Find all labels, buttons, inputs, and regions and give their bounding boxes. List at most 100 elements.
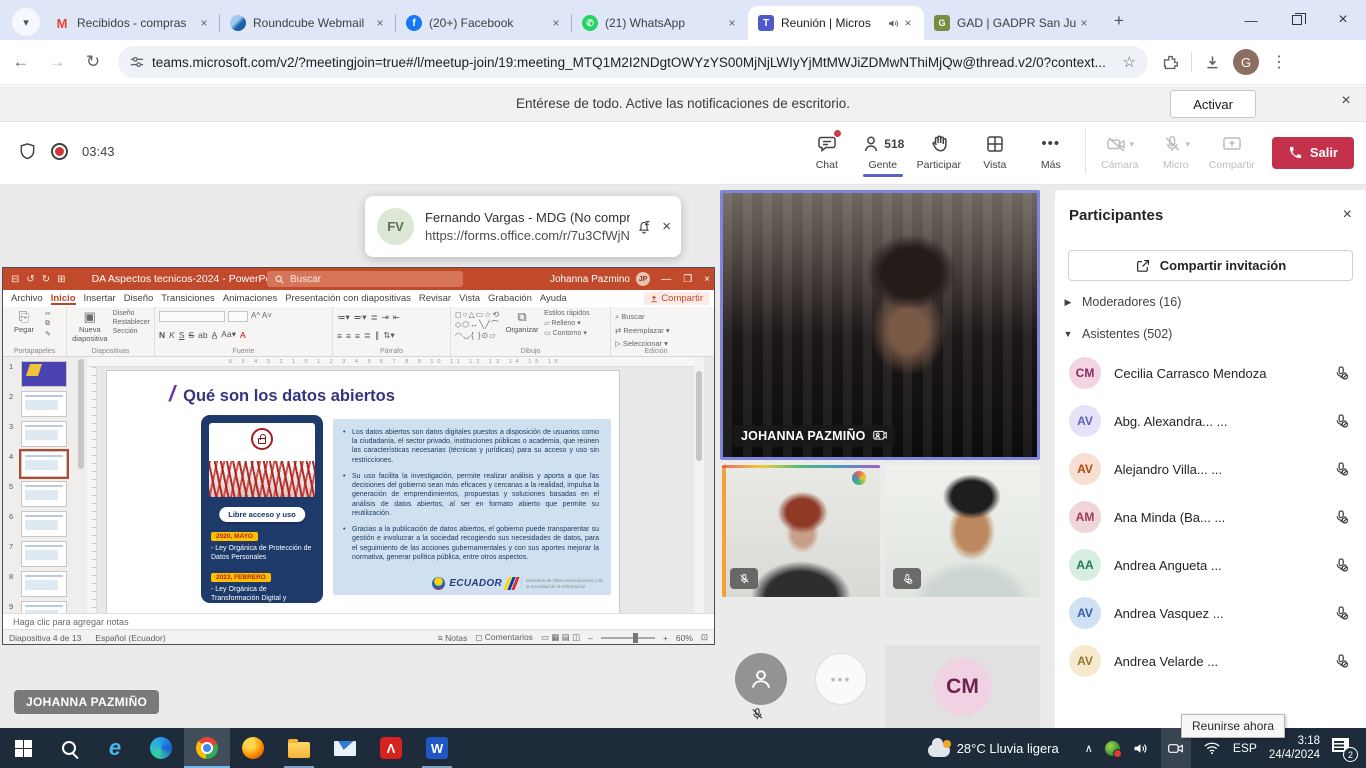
tab-close-icon[interactable]: × [548, 15, 564, 31]
tab-close-icon[interactable]: × [196, 15, 212, 31]
new-tab-button[interactable]: + [1106, 8, 1132, 34]
participant-row[interactable]: AAAndrea Angueta ... [1055, 541, 1366, 589]
tab-audio-icon[interactable] [887, 17, 900, 30]
taskbar-acrobat-icon[interactable]: Λ [368, 728, 414, 768]
browser-tab[interactable]: GGAD | GADPR San Ju× [924, 6, 1100, 40]
ppt-tab-vista[interactable]: Vista [459, 293, 480, 304]
undo-icon[interactable]: ↺ [26, 274, 34, 285]
notes-toggle[interactable]: ≡ Notas [438, 633, 468, 643]
drawing-mini-buttons[interactable]: Estilos rápidos ▱ Relleno ▾ ▭ Contorno ▾ [544, 310, 590, 337]
toolbar-micro[interactable]: ▾Micro [1148, 128, 1204, 171]
taskbar-file-explorer-icon[interactable] [276, 728, 322, 768]
slide-thumbnail[interactable]: 2 [9, 391, 87, 417]
participant-row[interactable]: CMCecilia Carrasco Mendoza [1055, 349, 1366, 397]
ppt-close-button[interactable]: × [704, 274, 710, 285]
banner-close-icon[interactable]: × [1334, 92, 1358, 110]
slide-thumbnail[interactable]: 9 [9, 601, 87, 613]
participant-row[interactable]: AVAbg. Alexandra... ... [1055, 397, 1366, 445]
toolbar-camara[interactable]: ▾Cámara [1092, 128, 1148, 171]
clipboard-mini-buttons[interactable]: ✂⧉✎ [45, 310, 51, 338]
window-restore-button[interactable] [1274, 0, 1320, 40]
browser-tab[interactable]: MRecibidos - compras× [44, 6, 220, 40]
toolbar-chat[interactable]: Chat [799, 128, 855, 171]
slide-preview[interactable] [21, 571, 67, 597]
redo-icon[interactable]: ↻ [42, 274, 50, 285]
slide-thumbnail[interactable]: 6 [9, 511, 87, 537]
browser-menu-icon[interactable]: ⋮ [1271, 52, 1287, 72]
fit-slide-button[interactable]: ⊡ [701, 632, 708, 643]
toolbar-vista[interactable]: Vista [967, 128, 1023, 171]
taskbar-start-icon[interactable] [0, 728, 46, 768]
window-close-button[interactable]: × [1320, 0, 1366, 40]
slide-thumbnail[interactable]: 5 [9, 481, 87, 507]
ppt-tab-ayuda[interactable]: Ayuda [540, 293, 567, 304]
toast-link[interactable]: https://forms.office.com/r/7u3CfWjNtm [425, 228, 630, 243]
participant-row[interactable]: AMAna Minda (Ba... ... [1055, 493, 1366, 541]
chat-toast[interactable]: FV Fernando Vargas - MDG (No compr... ht… [365, 196, 681, 257]
taskbar-search-icon[interactable] [46, 728, 92, 768]
tab-close-icon[interactable]: × [724, 15, 740, 31]
chevron-down-icon[interactable]: ▾ [1186, 139, 1191, 150]
mic-off-icon[interactable] [1333, 413, 1350, 430]
slide-thumbnail[interactable]: 7 [9, 541, 87, 567]
participant-row[interactable]: AVAndrea Velarde ... [1055, 637, 1366, 685]
forward-icon[interactable]: → [42, 47, 72, 77]
comments-toggle[interactable]: ◻ Comentarios [475, 632, 533, 643]
browser-profile-avatar[interactable]: G [1233, 49, 1259, 75]
taskbar-internet-explorer-icon[interactable]: e [92, 728, 138, 768]
mic-off-icon[interactable] [1333, 365, 1350, 382]
action-center-icon[interactable]: 2 [1332, 736, 1356, 760]
tab-close-icon[interactable]: × [372, 15, 388, 31]
tab-search-chevron-icon[interactable]: ▾ [12, 8, 40, 36]
thumbs-scrollbar[interactable] [78, 359, 84, 469]
reload-icon[interactable]: ↻ [78, 47, 108, 77]
site-settings-icon[interactable] [130, 55, 144, 69]
view-buttons[interactable]: ▭ ▦ ▤ ◫ [541, 632, 580, 643]
slides-mini-buttons[interactable]: Diseño Restablecer Sección [113, 310, 150, 335]
snooze-icon[interactable] [636, 219, 652, 235]
browser-tab[interactable]: f(20+) Facebook× [396, 6, 572, 40]
toast-close-icon[interactable]: × [662, 218, 671, 235]
download-icon[interactable] [1204, 54, 1221, 71]
editing-buttons[interactable]: ⌕ Buscar ⇄ Reemplazar ▾ ▷ Seleccionar ▾ [615, 312, 670, 348]
ppt-share-button[interactable]: Compartir [644, 292, 709, 305]
participant-placeholder-avatar[interactable] [735, 653, 787, 705]
paste-button[interactable]: ⎘Pegar [7, 310, 41, 335]
taskbar-chrome-icon[interactable] [184, 728, 230, 768]
arrange-button[interactable]: ⧉Organizar [504, 310, 540, 335]
taskbar-word-icon[interactable]: W [414, 728, 460, 768]
ppt-tab-inicio[interactable]: Inicio [51, 293, 76, 305]
participant-initials-tile[interactable]: CM [885, 645, 1040, 728]
banner-activate-button[interactable]: Activar [1170, 90, 1256, 118]
slide-canvas[interactable]: / Qué son los datos abiertos Libre acces… [107, 371, 619, 613]
ppt-tab-grabacion[interactable]: Grabación [488, 293, 532, 304]
slide-preview[interactable] [21, 421, 67, 447]
ppt-quick-access-toolbar[interactable]: ⊟ ↺ ↻ ⊞ [11, 274, 66, 285]
align-buttons[interactable]: ≡≡≡≣∥⇅▾ [337, 330, 395, 341]
video-tile-2[interactable] [722, 465, 880, 597]
slide-thumbnail-panel[interactable]: 12345678910 [3, 357, 87, 613]
ppt-notes-bar[interactable]: Haga clic para agregar notas [3, 613, 714, 629]
save-icon[interactable]: ⊟ [11, 274, 19, 285]
volume-icon[interactable] [1132, 740, 1149, 757]
ppt-account[interactable]: Johanna Pazmino JP [550, 268, 650, 290]
mic-off-icon[interactable] [1333, 461, 1350, 478]
new-slide-button[interactable]: ▣Nueva diapositiva [71, 310, 109, 343]
present-icon[interactable]: ⊞ [57, 274, 65, 285]
video-tile-3[interactable] [885, 465, 1040, 597]
mic-off-icon[interactable] [1333, 509, 1350, 526]
leave-button[interactable]: Salir [1272, 137, 1354, 169]
bookmark-star-icon[interactable]: ☆ [1123, 53, 1136, 71]
moderators-group-header[interactable]: ▶ Moderadores (16) [1055, 281, 1366, 317]
shapes-gallery[interactable]: ◻○△▭☆⟲◇⬡↔╲╱⌒◠◡{ }⊙▱ [455, 310, 500, 341]
chevron-down-icon[interactable]: ▾ [1130, 139, 1135, 150]
language-indicator[interactable]: ESP [1233, 741, 1257, 755]
ppt-tab-transiciones[interactable]: Transiciones [161, 293, 215, 304]
taskbar-mail-icon[interactable] [322, 728, 368, 768]
extension-icon[interactable] [1162, 54, 1179, 71]
tab-close-icon[interactable]: × [900, 15, 916, 31]
toolbar-compartir[interactable]: Compartir [1204, 128, 1260, 171]
share-invite-button[interactable]: Compartir invitación [1068, 250, 1353, 281]
participant-row[interactable]: AVAndrea Vasquez ... [1055, 589, 1366, 637]
slide-preview[interactable] [21, 541, 67, 567]
